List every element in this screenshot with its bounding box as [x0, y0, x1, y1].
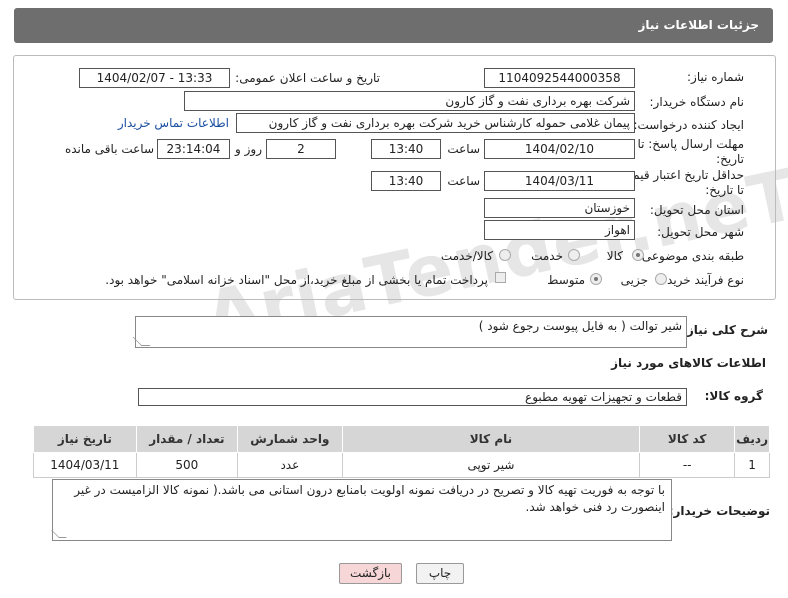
buyer-notes-field[interactable]: با توجه به فوریت تهیه کالا و تصریح در در…	[52, 479, 672, 541]
need-number-label: شماره نیاز:	[687, 70, 744, 84]
reply-deadline-label: مهلت ارسال پاسخ: تا	[637, 137, 744, 151]
city-label: شهر محل تحویل:	[657, 225, 744, 239]
goods-table: ردیف کد کالا نام کالا واحد شمارش تعداد /…	[33, 425, 770, 478]
cell-quantity: 500	[135, 452, 239, 478]
col-need-date: تاریخ نیاز	[33, 425, 137, 453]
validity-label: حداقل تاریخ اعتبار قیمت:	[617, 168, 744, 182]
header-bar: جزئیات اطلاعات نیاز	[14, 8, 773, 43]
purchase-option-minor: جزیی	[620, 273, 648, 287]
category-radio-goods[interactable]	[632, 249, 644, 261]
need-number-field[interactable]: 1104092544000358	[484, 68, 635, 88]
reply-time-field[interactable]: 13:40	[371, 139, 441, 159]
treasury-payment-checkbox[interactable]	[495, 272, 506, 283]
contact-buyer-link[interactable]: اطلاعات تماس خریدار	[118, 116, 229, 130]
category-radio-goods-service[interactable]	[499, 249, 511, 261]
goods-group-label: گروه کالا:	[704, 389, 763, 403]
cell-row-number: 1	[734, 452, 770, 478]
col-goods-name: نام کالا	[341, 425, 641, 453]
print-button[interactable]: چاپ	[416, 563, 464, 584]
announce-field[interactable]: 1404/02/07 - 13:33	[79, 68, 230, 88]
cell-unit: عدد	[237, 452, 343, 478]
cell-goods-name: شیر توپی	[341, 452, 641, 478]
payment-note: پرداخت تمام یا بخشی از مبلغ خرید،از محل …	[105, 273, 488, 287]
buyer-notes-label: توضیحات خریدار:	[668, 504, 770, 518]
category-option-goods-service: کالا/خدمت	[440, 249, 493, 263]
remaining-time-label: ساعت باقی مانده	[64, 142, 154, 156]
days-field[interactable]: 2	[266, 139, 336, 159]
description-field[interactable]: شیر توالت ( به فایل پیوست رجوع شود )	[135, 316, 687, 348]
category-option-service: خدمت	[531, 249, 563, 263]
province-label: استان محل تحویل:	[649, 203, 744, 217]
table-row: 1 -- شیر توپی عدد 500 1404/03/11	[33, 452, 770, 478]
days-label: روز و	[235, 142, 262, 156]
col-unit: واحد شمارش	[237, 425, 343, 453]
announce-label: تاریخ و ساعت اعلان عمومی:	[235, 71, 380, 85]
buyer-org-field[interactable]: شرکت بهره برداری نفت و گاز کارون	[184, 91, 635, 111]
cell-goods-code: --	[639, 452, 736, 478]
category-label: طبقه بندی موضوعی:	[637, 249, 744, 263]
reply-date-field[interactable]: 1404/02/10	[484, 139, 635, 159]
col-quantity: تعداد / مقدار	[135, 425, 239, 453]
col-row-number: ردیف	[734, 425, 770, 453]
reply-deadline-label-2: تاریخ:	[716, 152, 744, 166]
province-field[interactable]: خوزستان	[484, 198, 635, 218]
purchase-type-label: نوع فرآیند خرید :	[659, 273, 744, 287]
category-radio-service[interactable]	[568, 249, 580, 261]
goods-section-title: اطلاعات کالاهای مورد نیاز	[611, 356, 766, 370]
purchase-radio-minor[interactable]	[655, 273, 667, 285]
validity-time-field[interactable]: 13:40	[371, 171, 441, 191]
goods-table-header: ردیف کد کالا نام کالا واحد شمارش تعداد /…	[33, 425, 770, 453]
creator-field[interactable]: پیمان غلامی حموله کارشناس خرید شرکت بهره…	[236, 113, 635, 133]
description-label: شرح کلی نیاز:	[682, 323, 768, 337]
validity-label-2: تا تاریخ:	[705, 183, 744, 197]
buyer-org-label: نام دستگاه خریدار:	[649, 95, 745, 109]
reply-time-label: ساعت	[447, 142, 480, 156]
purchase-radio-medium[interactable]	[590, 273, 602, 285]
remaining-time-field[interactable]: 23:14:04	[157, 139, 230, 159]
creator-label: ایجاد کننده درخواست:	[633, 118, 744, 132]
goods-group-field[interactable]: قطعات و تجهیزات تهویه مطبوع	[138, 388, 687, 406]
purchase-option-medium: متوسط	[547, 273, 585, 287]
category-option-goods: کالا	[606, 249, 623, 263]
city-field[interactable]: اهواز	[484, 220, 635, 240]
col-goods-code: کد کالا	[639, 425, 736, 453]
cell-need-date: 1404/03/11	[33, 452, 137, 478]
validity-time-label: ساعت	[447, 174, 480, 188]
validity-date-field[interactable]: 1404/03/11	[484, 171, 635, 191]
header-title: جزئیات اطلاعات نیاز	[638, 18, 759, 32]
back-button[interactable]: بازگشت	[339, 563, 402, 584]
